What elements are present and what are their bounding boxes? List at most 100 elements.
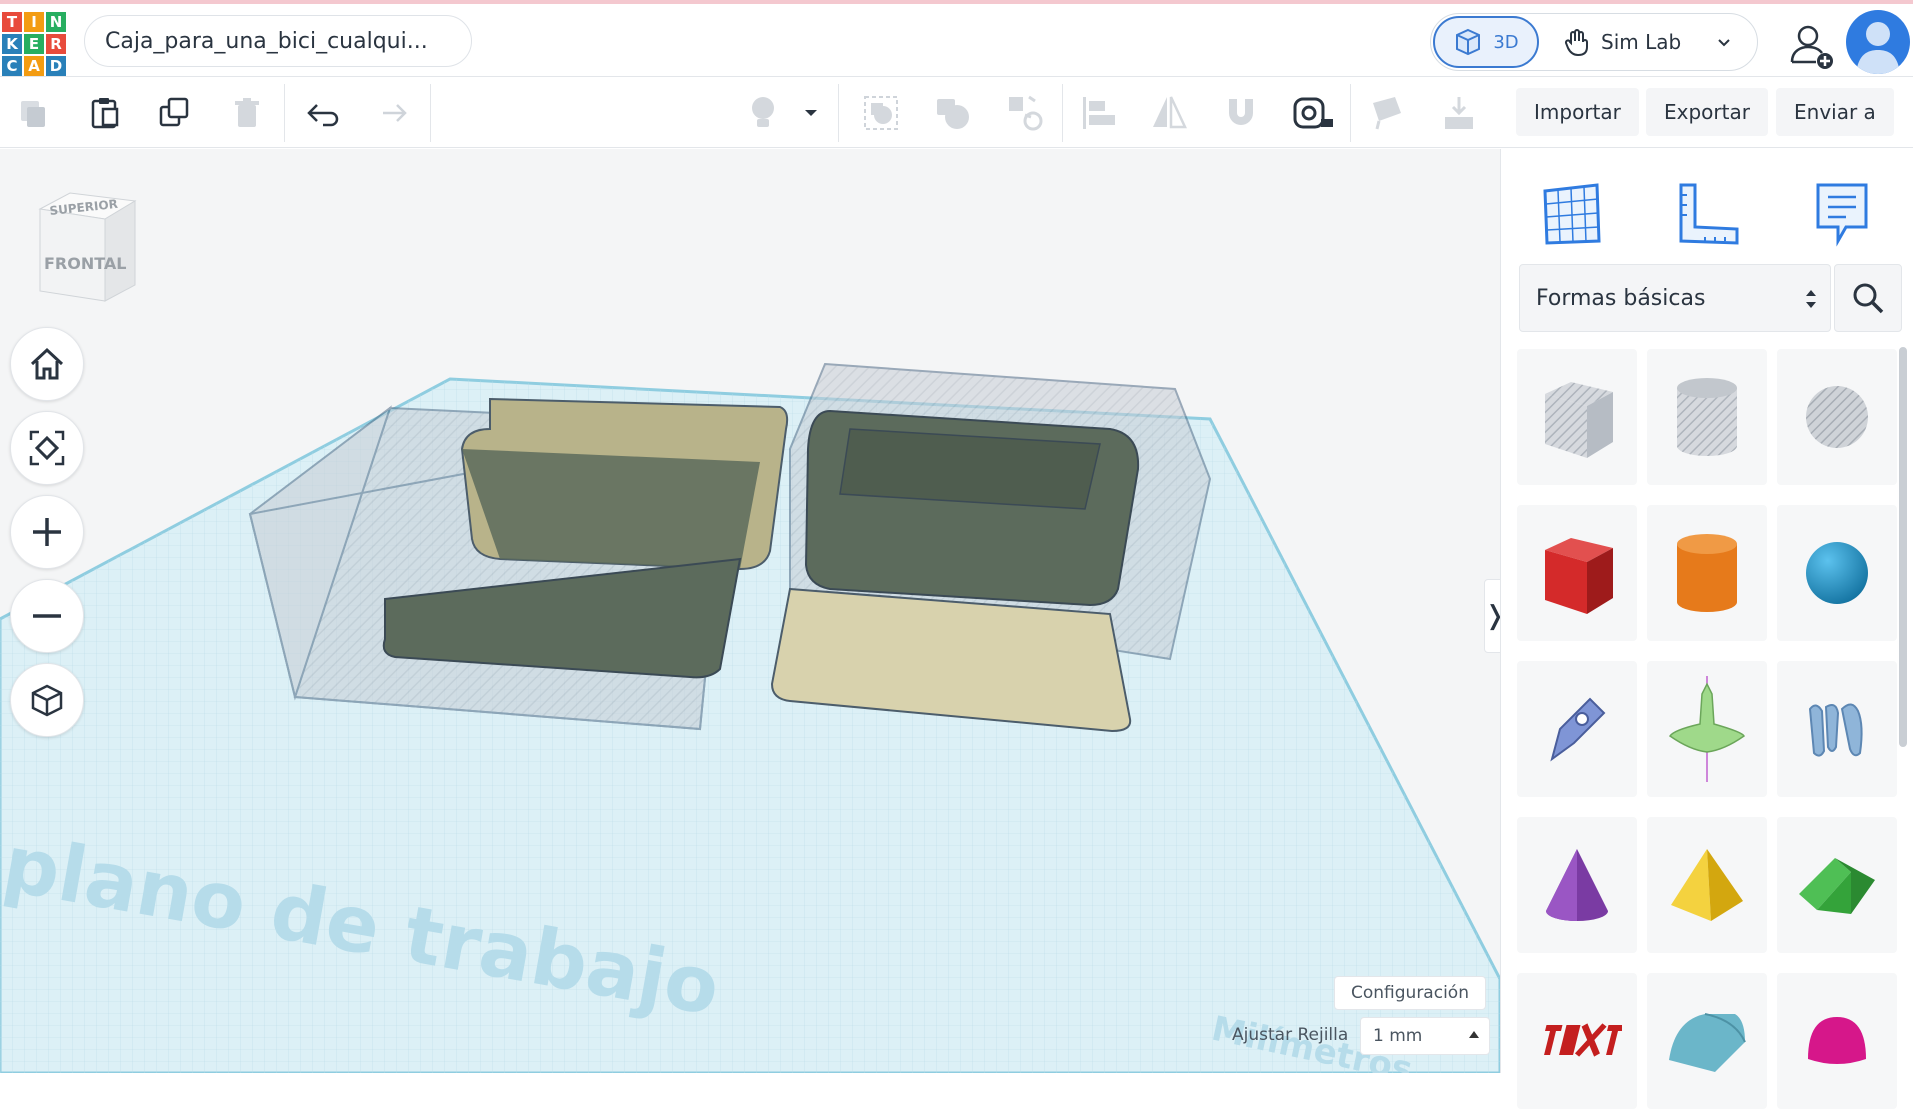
paint-button[interactable] [1362,88,1412,138]
logo-letter: E [24,34,44,54]
avatar[interactable] [1846,10,1910,74]
light-icon [752,97,774,127]
text-icon [1544,1023,1622,1057]
ruler-tape-button[interactable] [1288,88,1338,138]
workplane-tool[interactable] [1527,169,1617,259]
view-cube[interactable]: SUPERIOR FRONTAL [30,189,140,309]
simlab-button[interactable]: Sim Lab [1563,27,1681,57]
settings-button[interactable]: Configuración [1334,976,1486,1010]
app-header: TINKERCAD Caja_para_una_bici_cualqui... … [0,4,1913,77]
sphere-hole-icon [1806,386,1868,448]
home-icon [30,347,64,380]
snap-grid-value: 1 mm [1373,1026,1423,1046]
cylinder-hole-icon [1677,378,1737,456]
fit-view-button[interactable] [10,411,84,485]
toolbar-separator [1062,84,1063,142]
send-to-button[interactable]: Enviar a [1776,88,1894,136]
cube-icon [1456,28,1481,56]
shape-roof[interactable] [1777,817,1897,953]
light-dropdown[interactable] [796,88,826,138]
zoom-out-icon [33,614,61,618]
simlab-label: Sim Lab [1601,30,1682,54]
toolbar-separator [1350,84,1351,142]
panel-collapse-button[interactable]: ❭ [1484,579,1500,653]
drop-button[interactable] [1434,88,1484,138]
logo-letter: R [46,34,66,54]
pyramid-icon [1671,849,1743,921]
shape-graphic[interactable] [1647,661,1767,797]
undo-button[interactable] [296,88,346,138]
shape-search-button[interactable] [1834,264,1902,332]
view-3d-label: 3D [1493,31,1519,53]
shape-pyramid[interactable] [1647,817,1767,953]
shape-sphere[interactable] [1777,505,1897,641]
cone-icon [1546,849,1608,921]
graphic-icon [1668,676,1745,782]
toolbar-separator [838,84,839,142]
fit-icon [29,430,65,466]
shape-half-cylinder[interactable] [1647,973,1767,1109]
shape-text-3d[interactable] [1777,661,1897,797]
drop-icon [1445,97,1473,129]
workplane-grid-icon [1543,183,1601,245]
shape-box[interactable] [1517,505,1637,641]
right-box-body[interactable] [770,409,1140,733]
scene[interactable]: plano de trabajo Milímetros [0,149,1500,1073]
workplane-magnet-button[interactable] [1216,88,1266,138]
toolbar-separator [284,84,285,142]
chevron-down-icon[interactable] [1715,33,1733,51]
text-3d-icon [1808,703,1863,757]
shape-box-hole[interactable] [1517,349,1637,485]
viewport-3d[interactable]: plano de trabajo Milímetros SUPERIOR FRO… [0,149,1500,1073]
workplane-magnet-icon [1229,99,1253,125]
ungroup-button[interactable] [928,88,978,138]
light-button[interactable] [738,88,788,138]
shape-text[interactable] [1517,973,1637,1109]
box-icon [1545,538,1613,614]
export-button[interactable]: Exportar [1646,88,1768,136]
home-view-button[interactable] [10,327,84,401]
ruler-tool[interactable] [1663,169,1753,259]
cylinder-icon [1677,534,1737,612]
shape-cylinder[interactable] [1647,505,1767,641]
paste-button[interactable] [80,88,130,138]
undo-icon [307,104,339,127]
align-button[interactable] [1074,88,1124,138]
perspective-button[interactable] [10,663,84,737]
import-button[interactable]: Importar [1516,88,1639,136]
sphere-icon [1806,542,1868,604]
shapes-grid [1517,349,1897,1109]
shape-cylinder-hole[interactable] [1647,349,1767,485]
shape-scribble[interactable] [1517,661,1637,797]
panel-scrollbar[interactable] [1899,347,1907,747]
logo-letter: D [46,56,66,76]
mirror-button[interactable] [1144,88,1194,138]
group-button[interactable] [856,88,906,138]
copy-icon [21,101,45,127]
toolbar-separator [430,84,431,142]
copy-button[interactable] [8,88,58,138]
redo-button[interactable] [368,88,418,138]
shape-category-select[interactable]: Formas básicas [1519,264,1831,332]
zoom-out-button[interactable] [10,579,84,653]
design-title[interactable]: Caja_para_una_bici_cualqui... [84,15,472,67]
zoom-in-button[interactable] [10,495,84,569]
roof-icon [1799,858,1875,914]
redo-icon [383,104,407,122]
add-user-icon[interactable] [1782,18,1838,74]
ruler-icon [1679,183,1739,245]
notes-tool[interactable] [1797,169,1887,259]
cruise-button[interactable] [1000,88,1050,138]
view-3d-button[interactable]: 3D [1433,16,1539,68]
shape-cone[interactable] [1517,817,1637,953]
ruler-tape-icon [1293,97,1333,129]
shape-paraboloid[interactable] [1777,973,1897,1109]
tinkercad-logo[interactable]: TIN KER CAD [0,10,66,76]
dropdown-icon [805,110,817,116]
duplicate-button[interactable] [150,88,200,138]
ungroup-icon [937,99,969,129]
snap-grid-select[interactable]: 1 mm [1360,1017,1490,1055]
logo-letter: N [46,12,66,32]
shape-sphere-hole[interactable] [1777,349,1897,485]
delete-button[interactable] [222,88,272,138]
